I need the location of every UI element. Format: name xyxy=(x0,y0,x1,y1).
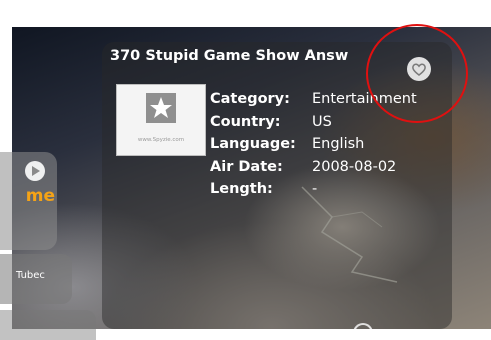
detail-label: Length: xyxy=(210,181,273,197)
detail-row-country: Country: US xyxy=(210,111,417,134)
detail-value: US xyxy=(312,113,332,130)
star-icon xyxy=(146,93,176,123)
detail-label: Air Date: xyxy=(210,158,283,175)
detail-label: Category: xyxy=(210,91,290,107)
side-tab-youtube-label: Tubec xyxy=(16,270,45,281)
detail-value: English xyxy=(312,136,365,152)
detail-row-length: Length: - xyxy=(210,178,417,201)
play-icon[interactable] xyxy=(24,160,46,182)
detail-value: - xyxy=(312,181,318,197)
show-title: 370 Stupid Game Show Answ xyxy=(110,48,349,64)
detail-label: Country: xyxy=(210,113,281,130)
detail-row-air-date: Air Date: 2008-08-02 xyxy=(210,156,417,179)
logo-site-text: www.Spyzie.com xyxy=(137,137,185,143)
side-tab-bottom[interactable] xyxy=(0,310,96,340)
detail-row-language: Language: English xyxy=(210,133,417,156)
detail-label: Language: xyxy=(210,136,296,152)
annotation-circle xyxy=(366,24,468,123)
side-tab-label: me xyxy=(25,186,55,206)
detail-value: 2008-08-02 xyxy=(312,158,397,175)
channel-logo: www.Spyzie.com xyxy=(116,84,206,156)
